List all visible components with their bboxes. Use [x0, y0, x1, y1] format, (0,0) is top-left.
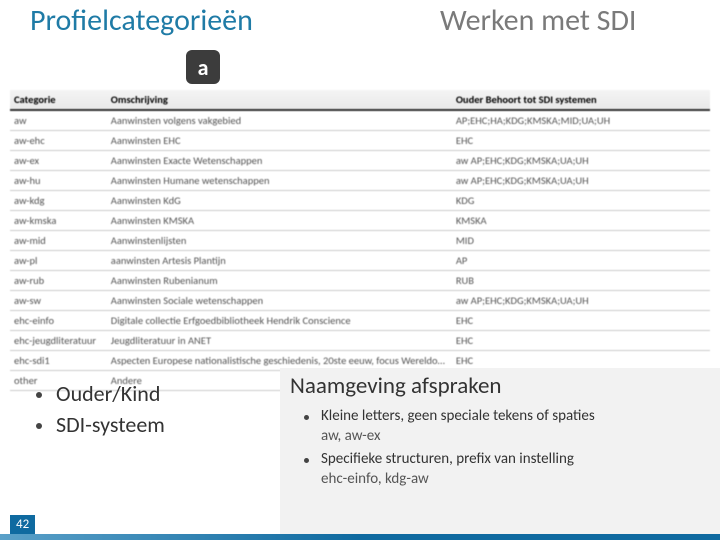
left-bullets: Ouder/Kind SDI-systeem [0, 368, 316, 442]
table-header: Omschrijving [107, 90, 452, 110]
table-cell: aw-pl [10, 251, 107, 271]
table-row: awAanwinsten volgens vakgebiedAP;EHC;HA;… [10, 110, 710, 131]
table-cell: Aanwinsten KdG [107, 191, 452, 211]
table-row: aw-kdgAanwinsten KdGKDG [10, 191, 710, 211]
list-item-label: Ouder/Kind [56, 380, 160, 407]
table-cell: aw-ex [10, 151, 107, 171]
table-cell: Aanwinsten Sociale wetenschappen [107, 291, 452, 311]
table-row: ehc-jeugdliteratuurJeugdliteratuur in AN… [10, 331, 710, 351]
table-row: aw-rubAanwinsten RubenianumRUB [10, 271, 710, 291]
list-item-body: Specifieke structuren, prefix van instel… [321, 449, 574, 490]
table-cell: aw [10, 110, 107, 131]
table-cell: aw-kdg [10, 191, 107, 211]
table-cell: Aanwinstenlijsten [107, 231, 452, 251]
list-item-main: Kleine letters, geen speciale tekens of … [321, 406, 595, 426]
table-row: aw-exAanwinsten Exacte Wetenschappenaw A… [10, 151, 710, 171]
table-cell: Jeugdliteratuur in ANET [107, 331, 452, 351]
table-cell: aw-mid [10, 231, 107, 251]
table-row: aw-huAanwinsten Humane wetenschappenaw A… [10, 171, 710, 191]
list-item: SDI-systeem [36, 411, 316, 438]
footer-line [0, 534, 720, 540]
table-cell: Aanwinsten Exacte Wetenschappen [107, 151, 452, 171]
table-row: aw-ehcAanwinsten EHCEHC [10, 131, 710, 151]
table-cell: aw-ehc [10, 131, 107, 151]
table-cell: KMSKA [452, 211, 710, 231]
title-right: Werken met SDI [440, 2, 636, 39]
bullet-icon [36, 423, 42, 429]
list-item-sub: aw, aw-ex [321, 426, 595, 446]
table-cell: AP [452, 251, 710, 271]
title-left: Profielcategorieën [30, 2, 253, 39]
page-number: 42 [10, 515, 35, 534]
table-row: aw-plaanwinsten Artesis PlantijnAP [10, 251, 710, 271]
table-header: Categorie [10, 90, 107, 110]
table-cell: ehc-einfo [10, 311, 107, 331]
list-item-sub: ehc-einfo, kdg-aw [321, 469, 574, 489]
slide: Profielcategorieën Werken met SDI a Cate… [0, 0, 720, 540]
naming-block: Naamgeving afspraken Kleine letters, gee… [280, 368, 720, 540]
list-item-label: SDI-systeem [56, 411, 165, 438]
table-cell: Aanwinsten Humane wetenschappen [107, 171, 452, 191]
list-item: Ouder/Kind [36, 380, 316, 407]
table-cell: aw-sw [10, 291, 107, 311]
table-cell: aw AP;EHC;KDG;KMSKA;UA;UH [452, 151, 710, 171]
list-item: Kleine letters, geen speciale tekens of … [290, 406, 710, 447]
badge-icon: a [186, 50, 220, 84]
table-cell: MID [452, 231, 710, 251]
list-item: Specifieke structuren, prefix van instel… [290, 449, 710, 490]
table-cell: EHC [452, 131, 710, 151]
table-row: aw-kmskaAanwinsten KMSKAKMSKA [10, 211, 710, 231]
table-cell: Aanwinsten KMSKA [107, 211, 452, 231]
table-cell: Aanwinsten Rubenianum [107, 271, 452, 291]
table-cell: aanwinsten Artesis Plantijn [107, 251, 452, 271]
table-cell: Aanwinsten EHC [107, 131, 452, 151]
table-cell: KDG [452, 191, 710, 211]
table-row: aw-midAanwinstenlijstenMID [10, 231, 710, 251]
list-item-main: Specifieke structuren, prefix van instel… [321, 449, 574, 469]
table-cell: aw AP;EHC;KDG;KMSKA;UA;UH [452, 291, 710, 311]
bullet-icon [304, 458, 309, 463]
table-header: Ouder Behoort tot SDI systemen [452, 90, 710, 110]
table-cell: ehc-jeugdliteratuur [10, 331, 107, 351]
table-cell: aw-kmska [10, 211, 107, 231]
table-cell: EHC [452, 311, 710, 331]
table-cell: AP;EHC;HA;KDG;KMSKA;MID;UA;UH [452, 110, 710, 131]
lower-area: Ouder/Kind SDI-systeem Naamgeving afsprak… [0, 368, 720, 442]
table-cell: aw AP;EHC;KDG;KMSKA;UA;UH [452, 171, 710, 191]
table-cell: EHC [452, 331, 710, 351]
table-cell: RUB [452, 271, 710, 291]
categories-table: CategorieOmschrijvingOuder Behoort tot S… [10, 90, 710, 391]
list-item-body: Kleine letters, geen speciale tekens of … [321, 406, 595, 447]
bullet-icon [304, 415, 309, 420]
bullet-icon [36, 392, 42, 398]
table-cell: Aanwinsten volgens vakgebied [107, 110, 452, 131]
table-cell: aw-rub [10, 271, 107, 291]
table-cell: aw-hu [10, 171, 107, 191]
naming-title: Naamgeving afspraken [290, 372, 710, 400]
table-row: aw-swAanwinsten Sociale wetenschappenaw … [10, 291, 710, 311]
table-row: ehc-einfoDigitale collectie Erfgoedbibli… [10, 311, 710, 331]
table-cell: Digitale collectie Erfgoedbibliotheek He… [107, 311, 452, 331]
